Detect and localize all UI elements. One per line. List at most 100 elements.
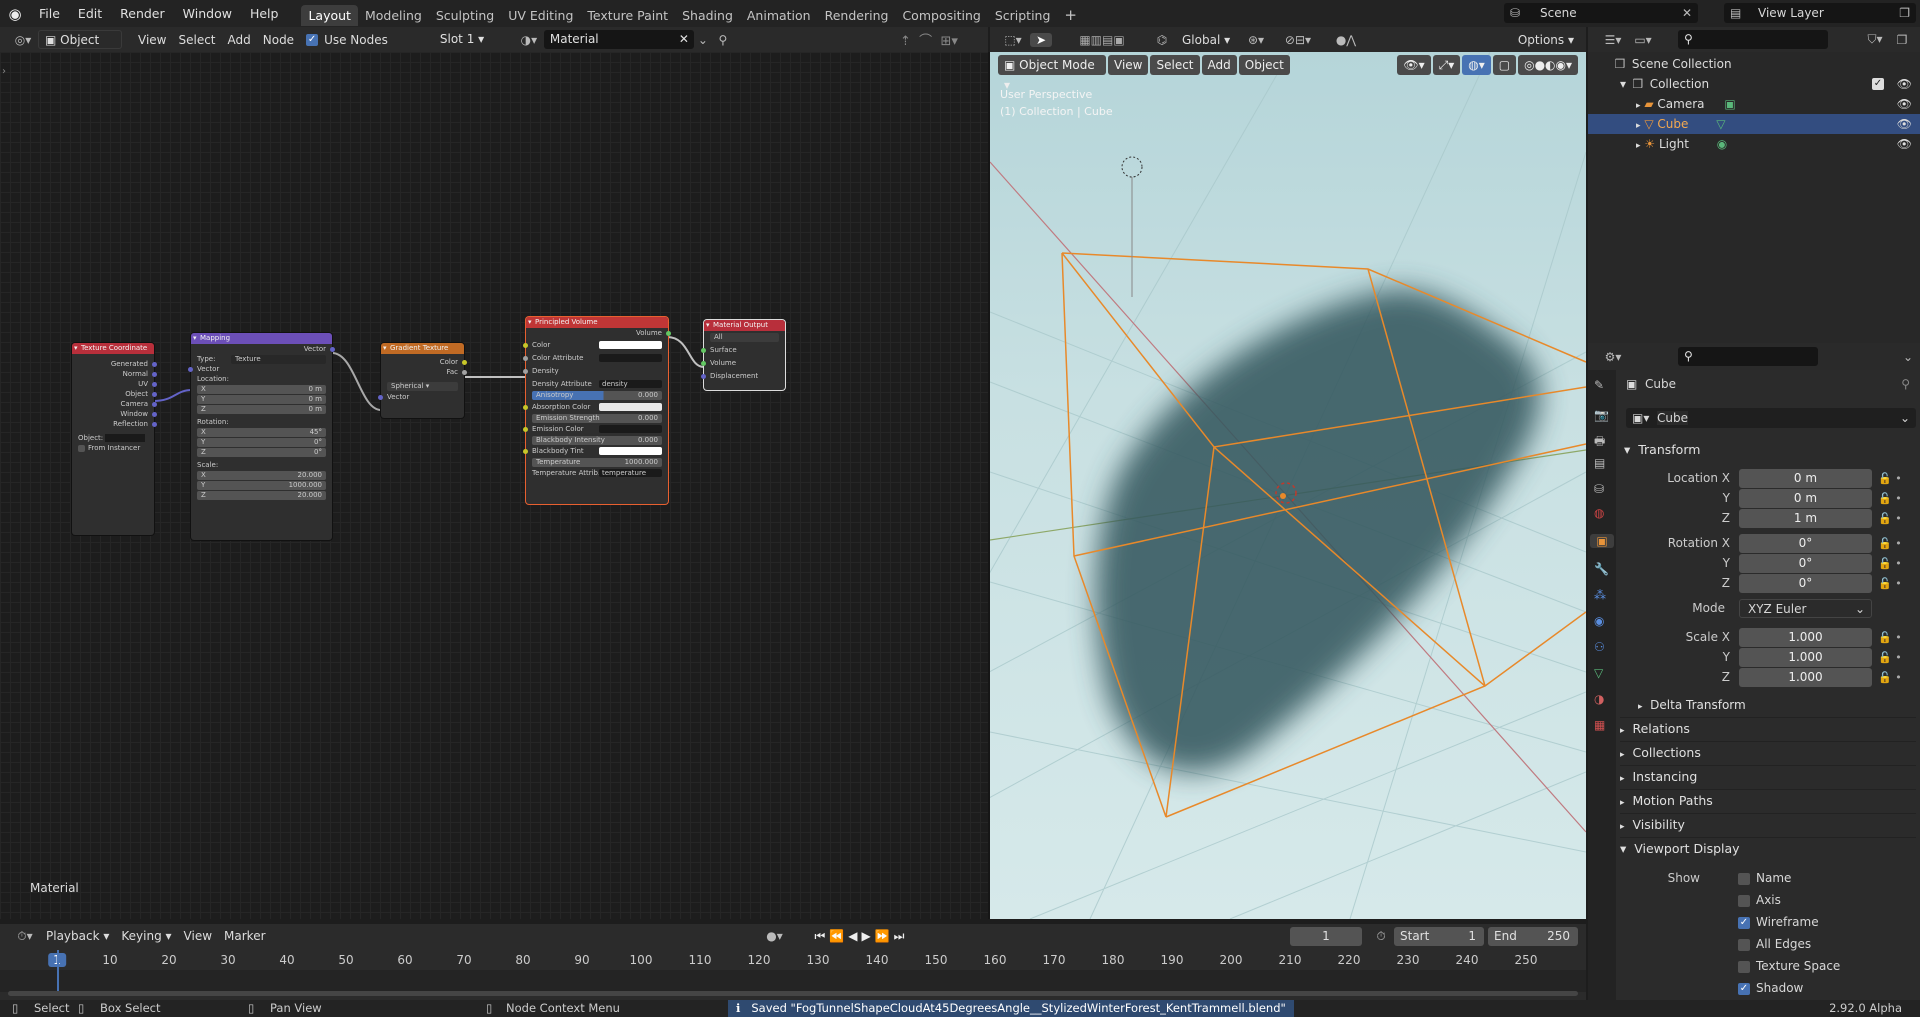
socket-reflection[interactable]: Reflection bbox=[72, 419, 157, 429]
eye-icon[interactable]: 👁 bbox=[1897, 134, 1912, 154]
input-density-attribute[interactable]: Density Attribute density bbox=[526, 379, 668, 389]
outliner-camera[interactable]: ▸ ▰ Camera ▣ 👁 bbox=[1588, 94, 1920, 114]
menu-node[interactable]: Node bbox=[257, 30, 300, 50]
emission-swatch[interactable] bbox=[599, 425, 662, 433]
outliner-search[interactable]: ⚲ bbox=[1678, 30, 1828, 49]
close-icon[interactable]: ✕ bbox=[1682, 3, 1692, 23]
end-frame-field[interactable]: End 250 bbox=[1488, 926, 1578, 946]
editor-type-icon[interactable]: ◎▾ bbox=[8, 33, 38, 47]
tab-modeling[interactable]: Modeling bbox=[358, 5, 429, 26]
density-attribute-field[interactable]: density bbox=[599, 380, 662, 388]
output-target-dropdown[interactable]: All bbox=[710, 333, 779, 342]
tab-layout[interactable]: Layout bbox=[301, 4, 358, 26]
gizmo-icon[interactable]: ⤢▾ bbox=[1432, 55, 1461, 75]
socket-dot[interactable] bbox=[523, 427, 528, 432]
slot-select[interactable]: Slot 1 ▾ bbox=[433, 30, 514, 49]
expand-arrow-icon[interactable]: ▾ bbox=[1620, 77, 1626, 91]
menu-view[interactable]: View bbox=[132, 30, 172, 50]
visibility-panel-header[interactable]: ▸ Visibility bbox=[1620, 813, 1916, 835]
add-workspace-button[interactable]: + bbox=[1057, 5, 1084, 26]
orientation-icon[interactable]: ⌬ bbox=[1152, 33, 1172, 47]
node-gradient-texture[interactable]: Gradient Texture Color Fac Spherical ▾ V… bbox=[378, 343, 467, 418]
expand-arrow-icon[interactable]: ▸ bbox=[1636, 141, 1641, 151]
type-dropdown[interactable]: Texture bbox=[231, 355, 326, 364]
show-axis-option[interactable]: Axis bbox=[1738, 891, 1781, 909]
socket-dot[interactable] bbox=[152, 402, 157, 407]
rotation-z-field[interactable]: 0° bbox=[1739, 574, 1872, 593]
rotation-x[interactable]: X 45° bbox=[197, 428, 326, 437]
tool-tab-icon[interactable]: ✎ bbox=[1594, 378, 1604, 392]
object-data-name[interactable]: Cube bbox=[1657, 411, 1688, 425]
timeline-scrollbar[interactable] bbox=[8, 991, 1578, 996]
relations-panel-header[interactable]: ▸ Relations bbox=[1620, 717, 1916, 739]
tab-shading[interactable]: Shading bbox=[675, 5, 740, 26]
options-button[interactable]: Options ▾ bbox=[1512, 30, 1580, 50]
parent-icon[interactable]: ⇡ bbox=[900, 34, 911, 49]
rotation-y[interactable]: Y 0° bbox=[197, 438, 326, 447]
color-attribute-field[interactable] bbox=[599, 354, 662, 362]
menu-edit[interactable]: Edit bbox=[69, 0, 111, 27]
input-temperature-attribute[interactable]: Temperature Attrib... temperature bbox=[526, 468, 668, 478]
menu-render[interactable]: Render bbox=[111, 0, 174, 27]
viewport-menu-add[interactable]: Add bbox=[1201, 55, 1237, 75]
node-principled-volume[interactable]: Principled Volume Volume Color Color Att… bbox=[523, 317, 671, 504]
viewport-menu-object[interactable]: Object bbox=[1238, 55, 1290, 75]
world-tab-icon[interactable]: ◍ bbox=[1594, 506, 1604, 520]
socket-object[interactable]: Object bbox=[72, 389, 157, 399]
node-editor-canvas[interactable]: Texture Coordinate Generated Normal UV O… bbox=[0, 52, 988, 919]
overlay-icon[interactable]: ⊞▾ bbox=[940, 34, 957, 49]
socket-uv[interactable]: UV bbox=[72, 379, 157, 389]
viewport-3d[interactable] bbox=[990, 52, 1586, 919]
material-name-field[interactable]: Material ✕ bbox=[543, 30, 694, 49]
select-mode-icons[interactable]: ▦▥▤▣ bbox=[1056, 33, 1148, 47]
show-shadow-option[interactable]: ✓ Shadow bbox=[1738, 979, 1803, 997]
socket-dot[interactable] bbox=[378, 395, 383, 400]
physics-tab-icon[interactable]: ◉ bbox=[1594, 614, 1604, 628]
transform-orientation[interactable]: Global ▾ bbox=[1176, 30, 1238, 50]
input-blackbody-intensity[interactable]: Blackbody Intensity 0.000 bbox=[532, 436, 662, 445]
input-emission-strength[interactable]: Emission Strength 0.000 bbox=[532, 414, 662, 423]
menu-timeline-view[interactable]: View bbox=[178, 926, 218, 946]
menu-select[interactable]: Select bbox=[172, 30, 221, 50]
tab-rendering[interactable]: Rendering bbox=[818, 5, 896, 26]
eye-icon[interactable]: 👁 bbox=[1897, 94, 1912, 114]
socket-window[interactable]: Window bbox=[72, 409, 157, 419]
socket-dot[interactable] bbox=[523, 356, 528, 361]
socket-generated[interactable]: Generated bbox=[72, 359, 157, 369]
pivot-icon[interactable]: ⊛▾ bbox=[1242, 33, 1270, 47]
properties-search[interactable]: ⚲ bbox=[1678, 347, 1818, 366]
input-color[interactable]: Color bbox=[523, 340, 668, 350]
menu-file[interactable]: File bbox=[30, 0, 69, 27]
socket-dot[interactable] bbox=[330, 347, 335, 352]
transform-panel-header[interactable]: ▾ Transform bbox=[1624, 439, 1920, 461]
location-z-field[interactable]: 1 m bbox=[1739, 509, 1872, 528]
proportional-icon[interactable]: ●⋀ bbox=[1326, 33, 1366, 47]
socket-normal[interactable]: Normal bbox=[72, 369, 157, 379]
checkbox[interactable] bbox=[1738, 894, 1750, 907]
socket-dot[interactable] bbox=[701, 361, 706, 366]
socket-dot[interactable] bbox=[666, 331, 671, 336]
mapping-type[interactable]: Type: Texture bbox=[191, 354, 332, 364]
editor-type-icon[interactable]: ☰▾ bbox=[1598, 33, 1628, 47]
tab-compositing[interactable]: Compositing bbox=[895, 5, 987, 26]
material-tab-icon[interactable]: ◑ bbox=[1594, 692, 1604, 706]
xray-icon[interactable]: ▢ bbox=[1492, 55, 1517, 75]
delta-transform-panel-header[interactable]: ▸ Delta Transform bbox=[1638, 694, 1920, 716]
light-data-icon[interactable]: ◉ bbox=[1717, 137, 1727, 151]
tab-texture-paint[interactable]: Texture Paint bbox=[580, 5, 675, 26]
use-nodes-toggle[interactable]: ✓ Use Nodes bbox=[300, 30, 394, 50]
playback-controls[interactable]: ⏮⏪◀▶⏩⏭ bbox=[802, 929, 922, 944]
show-wireframe-option[interactable]: ✓ Wireframe bbox=[1738, 913, 1819, 931]
tab-scripting[interactable]: Scripting bbox=[988, 5, 1058, 26]
socket-dot[interactable] bbox=[523, 343, 528, 348]
viewport-menu-view[interactable]: View bbox=[1108, 55, 1149, 75]
menu-window[interactable]: Window bbox=[174, 0, 241, 27]
input-density[interactable]: Density bbox=[523, 366, 668, 376]
checkbox[interactable] bbox=[1738, 938, 1750, 951]
overlays-icon[interactable]: ◍▾ bbox=[1462, 55, 1491, 75]
location-x-field[interactable]: 0 m bbox=[1739, 469, 1872, 488]
color-swatch[interactable] bbox=[599, 341, 662, 349]
from-instancer-checkbox[interactable] bbox=[78, 444, 85, 452]
scale-z-field[interactable]: 1.000 bbox=[1739, 668, 1872, 687]
socket-dot[interactable] bbox=[462, 370, 467, 375]
